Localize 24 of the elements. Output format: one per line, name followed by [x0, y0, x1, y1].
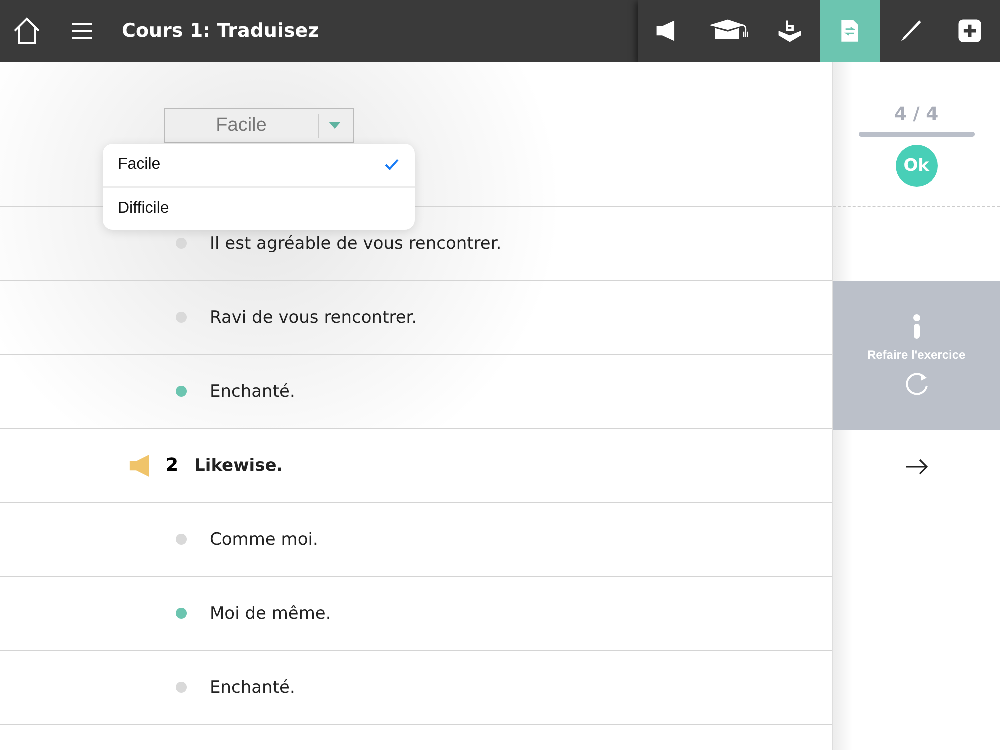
next-arrow-icon[interactable] [904, 459, 929, 475]
page-title: Cours 1: Traduisez [122, 20, 320, 42]
redo-label: Refaire l'exercice [867, 348, 966, 362]
menu-option[interactable]: Facile [103, 144, 415, 186]
translation-option[interactable]: Moi de même. [210, 604, 332, 624]
menu-option[interactable]: Difficile [103, 186, 415, 230]
caret-icon [329, 122, 341, 130]
translation-option[interactable]: Enchanté. [210, 382, 296, 402]
translation-option[interactable]: Ravi de vous rencontrer. [210, 308, 418, 328]
sentence-text: Likewise. [194, 456, 284, 476]
translation-option[interactable]: Comme moi. [210, 530, 318, 550]
plus-icon [957, 18, 983, 44]
checkmark-icon [385, 159, 399, 171]
translation-option[interactable]: Enchanté. [210, 678, 296, 698]
sentence-number: 2 [166, 455, 179, 476]
toolbar-button[interactable] [940, 0, 1000, 62]
toolbar-button[interactable] [760, 0, 820, 62]
level-dropdown[interactable]: Facile [164, 108, 354, 143]
toolbar-button[interactable] [638, 0, 698, 62]
translation-option[interactable]: Il est agréable de vous rencontrer. [210, 234, 502, 254]
document-icon [840, 18, 860, 44]
home-icon[interactable] [12, 16, 42, 46]
progress-count: 4 / 4 [894, 104, 939, 125]
info-icon [912, 314, 922, 340]
